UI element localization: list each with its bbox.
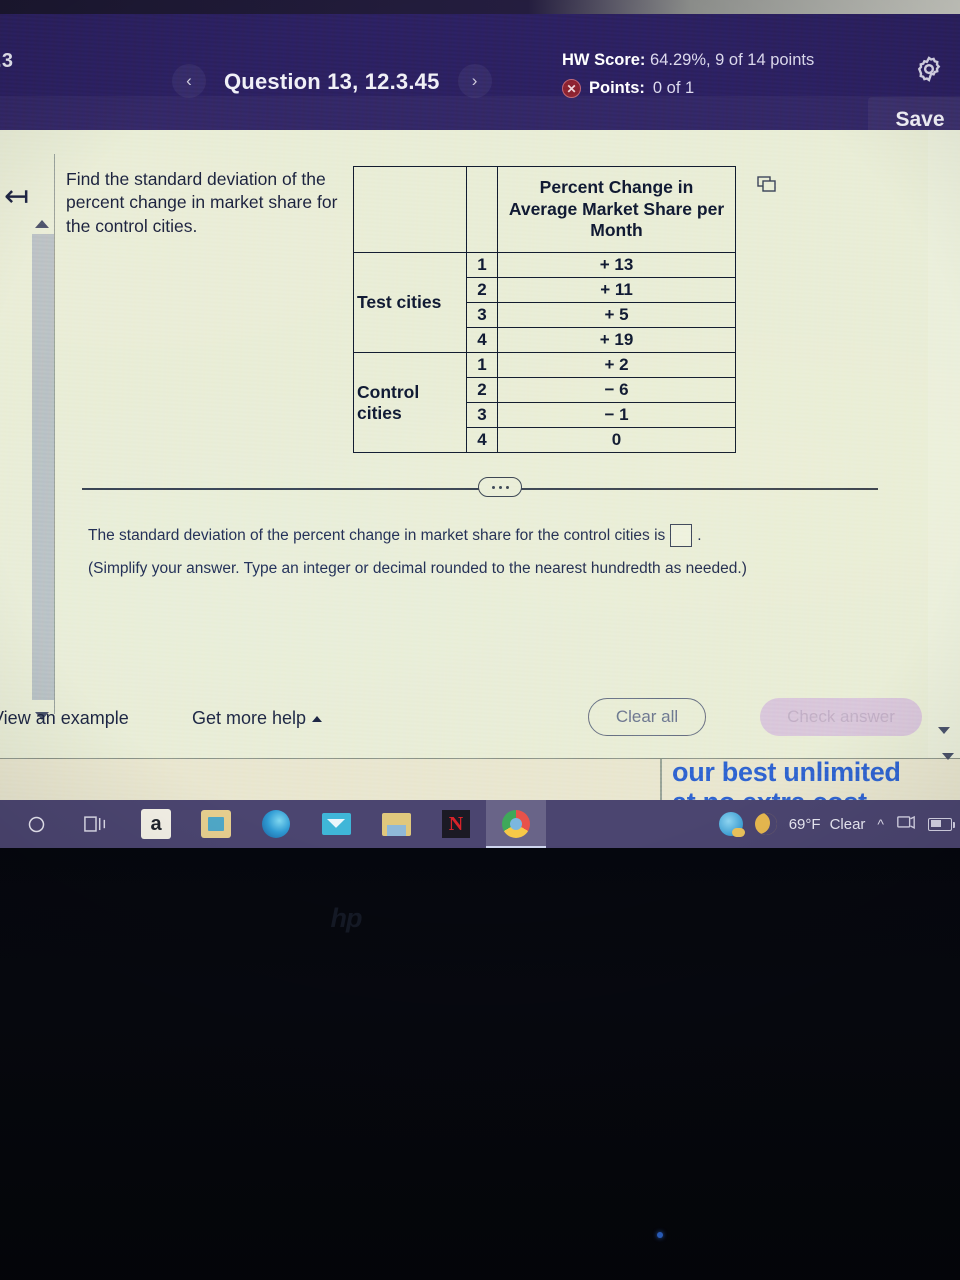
row-index: 3 (466, 302, 498, 328)
ellipsis-dot (505, 485, 509, 489)
windows-taskbar: a N 69°F Clear ^ (0, 800, 960, 848)
table-row: Test cities 1 + 13 (353, 252, 736, 353)
rail-divider (54, 154, 55, 714)
gear-icon[interactable] (914, 54, 944, 84)
exercise-action-bar: View an example Get more help Clear all … (0, 690, 960, 758)
photo-of-laptop-screen: .3 ‹ Question 13, 12.3.45 › HW Score: 64… (0, 0, 960, 1280)
scrollbar-thumb[interactable] (32, 234, 54, 700)
answer-area: The standard deviation of the percent ch… (88, 524, 848, 577)
get-more-help-label: Get more help (192, 708, 307, 728)
weather-readout[interactable]: 69°F Clear (789, 816, 866, 833)
answer-input[interactable] (670, 524, 693, 547)
back-to-start-icon[interactable]: ↤ (4, 182, 40, 216)
scroll-down-arrow-icon[interactable] (942, 753, 954, 760)
advertisement-strip[interactable]: our best unlimited at no extra cost (0, 753, 960, 800)
points-value: 0 of 1 (652, 79, 695, 98)
laptop-bezel-area: hp (0, 848, 960, 1280)
chrome-icon[interactable] (486, 800, 546, 848)
group-label-test-cities: Test cities (353, 252, 467, 353)
more-options-ellipsis-button[interactable] (478, 477, 522, 497)
taskbar-system-tray: 69°F Clear ^ (718, 800, 955, 848)
amazon-icon[interactable]: a (126, 800, 186, 848)
browser-screen: .3 ‹ Question 13, 12.3.45 › HW Score: 64… (0, 14, 960, 800)
partly-sunny-icon[interactable] (718, 812, 745, 837)
question-prompt: Find the standard deviation of the perce… (66, 169, 338, 236)
table-row: Control cities 1 + 2 (353, 352, 736, 453)
chevron-right-icon[interactable]: › (457, 64, 492, 98)
data-table-wrapper: Percent Change in Average Market Share p… (353, 166, 776, 453)
page-scrollbar-right[interactable] (928, 130, 960, 758)
table-column-header: Percent Change in Average Market Share p… (497, 166, 736, 253)
row-value: + 11 (497, 277, 736, 303)
caret-up-icon (312, 715, 323, 722)
row-index: 2 (466, 377, 498, 403)
hw-score-value: 64.29%, 9 of 14 points (650, 51, 815, 69)
row-value: + 2 (497, 352, 736, 378)
row-value: − 6 (497, 377, 736, 403)
ad-headline-line1: our best unlimited (672, 757, 901, 787)
table-header-row: Percent Change in Average Market Share p… (353, 166, 736, 253)
row-index: 1 (466, 252, 498, 278)
group-label-control-cities: Control cities (353, 352, 467, 453)
row-value: 0 (497, 427, 736, 453)
view-an-example-link[interactable]: View an example (0, 708, 129, 729)
table-index-header-cell (466, 166, 498, 253)
ellipsis-dot (491, 485, 495, 489)
row-value: − 1 (497, 402, 736, 428)
bezel-top-strip (0, 0, 960, 14)
copy-to-clipboard-icon[interactable] (757, 176, 779, 194)
taskbar-pinned-apps: a N (0, 800, 546, 848)
microsoft-edge-icon[interactable] (246, 800, 306, 848)
points-row: ✕ Points: 0 of 1 (562, 76, 862, 100)
row-value: + 5 (497, 302, 736, 328)
row-value: + 19 (497, 327, 736, 353)
clear-all-button[interactable]: Clear all (588, 698, 706, 736)
row-index: 2 (466, 277, 498, 303)
answer-sentence-text: The standard deviation of the percent ch… (88, 526, 666, 544)
chevron-up-icon[interactable]: ^ (877, 816, 884, 832)
ellipsis-dot (498, 485, 502, 489)
temperature-label: 69°F (788, 815, 821, 833)
ad-headline-line2: at no extra cost (672, 787, 867, 800)
table-corner-cell (353, 166, 467, 253)
scroll-down-arrow-icon[interactable] (938, 727, 950, 734)
ad-divider (660, 759, 662, 800)
task-view-icon[interactable] (66, 800, 126, 848)
scroll-up-arrow-icon[interactable] (35, 220, 49, 228)
mail-icon[interactable] (306, 800, 366, 848)
answer-sentence-row: The standard deviation of the percent ch… (88, 524, 848, 547)
question-navigation: ‹ Question 13, 12.3.45 › (172, 64, 492, 98)
get-more-help-link[interactable]: Get more help (192, 708, 323, 729)
homework-score-block: HW Score: 64.29%, 9 of 14 points ✕ Point… (562, 48, 862, 101)
microsoft-store-icon[interactable] (186, 800, 246, 848)
crescent-moon-icon[interactable] (754, 813, 777, 835)
row-index: 4 (466, 427, 498, 453)
answer-sentence-period: . (697, 526, 702, 544)
keyboard-row-blur (30, 1220, 930, 1242)
check-answer-button[interactable]: Check answer (760, 698, 922, 736)
display-cast-icon[interactable] (896, 813, 916, 835)
answer-instruction: (Simplify your answer. Type an integer o… (88, 560, 747, 577)
exercise-body: ↤ Find the standard deviation of the per… (0, 130, 960, 758)
hp-logo: hp (330, 902, 363, 933)
question-header-bar: .3 ‹ Question 13, 12.3.45 › HW Score: 64… (0, 14, 960, 143)
condition-label: Clear (829, 815, 866, 833)
incorrect-x-icon: ✕ (562, 79, 581, 99)
file-explorer-icon[interactable] (366, 800, 426, 848)
row-index: 4 (466, 327, 498, 353)
hw-score-line: HW Score: 64.29%, 9 of 14 points (562, 48, 862, 72)
points-label: Points: (589, 79, 645, 98)
content-scrollbar-left[interactable] (32, 220, 54, 720)
market-share-table: Percent Change in Average Market Share p… (353, 166, 736, 453)
row-value: + 13 (497, 252, 736, 278)
battery-icon[interactable] (928, 817, 955, 831)
chevron-left-icon[interactable]: ‹ (172, 64, 206, 98)
hw-score-label: HW Score: (562, 51, 646, 69)
netflix-icon[interactable]: N (426, 800, 486, 848)
row-index: 3 (466, 402, 498, 428)
question-title: Question 13, 12.3.45 (224, 69, 440, 94)
header-left-fragment: .3 (0, 50, 14, 72)
search-icon[interactable] (6, 800, 66, 848)
row-index: 1 (466, 352, 498, 378)
